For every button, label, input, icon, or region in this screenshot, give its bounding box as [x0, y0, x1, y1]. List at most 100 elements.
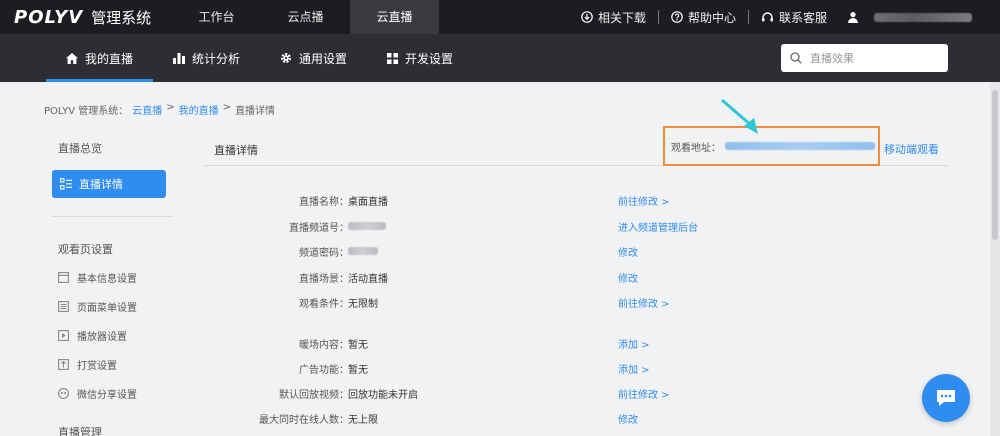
row-label: 频道密码： — [299, 248, 349, 259]
row-action-link[interactable]: 前往修改 > — [618, 386, 670, 401]
sidebar-group-title: 直播管理 — [58, 426, 102, 436]
sidebar-item-label: 微信分享设置 — [77, 390, 137, 401]
help-icon — [671, 11, 683, 23]
user-account[interactable] — [847, 11, 972, 23]
tab-dev-settings[interactable]: 开发设置 — [367, 34, 473, 82]
search-box[interactable] — [781, 44, 948, 72]
watch-address-link[interactable] — [725, 142, 875, 150]
row-label: 默认回放视频： — [279, 390, 349, 401]
row-label: 暖场内容： — [299, 340, 349, 351]
tab-my-live[interactable]: 我的直播 — [46, 34, 154, 82]
tab-general-settings[interactable]: 通用设置 — [260, 34, 367, 82]
sidebar: 直播总览 直播详情 观看页设置 基本信息设置 页面菜单设置 播放器设置 打赏设置… — [44, 140, 174, 436]
row-label: 直播名称： — [299, 197, 349, 208]
list-detail-icon — [60, 178, 72, 190]
window-icon — [58, 272, 69, 283]
logo[interactable]: POLYV 管理系统 — [14, 4, 151, 30]
watch-address-box: 观看地址： — [663, 126, 880, 166]
row-value: 暂无 — [348, 340, 368, 351]
row-action-link[interactable]: 修改 — [618, 270, 638, 285]
row-label: 直播场景： — [299, 274, 349, 285]
help-link[interactable]: 帮助中心 — [671, 9, 736, 26]
row-value: 桌面直播 — [348, 197, 388, 208]
row-action-link[interactable]: 添加 > — [618, 361, 650, 376]
headset-icon — [761, 12, 773, 22]
top-nav-workbench[interactable]: 工作台 — [172, 0, 261, 34]
divider — [657, 10, 659, 24]
username-masked — [874, 12, 972, 22]
detail-row: 直播名称： 桌面直播 前往修改 > — [204, 193, 949, 209]
breadcrumb: POLYV 管理系统： 云直播 > 我的直播 > 直播详情 — [44, 102, 275, 117]
top-nav-live[interactable]: 云直播 — [350, 0, 439, 34]
user-icon — [848, 12, 858, 23]
divider — [747, 10, 749, 24]
row-action-link[interactable]: 进入频道管理后台 — [618, 219, 698, 234]
sidebar-list: 基本信息设置 页面菜单设置 播放器设置 打赏设置 微信分享设置 — [44, 263, 174, 408]
row-value-masked — [348, 219, 386, 233]
tab-statistics[interactable]: 统计分析 — [153, 34, 260, 82]
gift-icon — [58, 359, 69, 370]
sidebar-item-label: 播放器设置 — [77, 332, 127, 343]
detail-row: 观看条件： 无限制 前往修改 > — [204, 295, 949, 311]
sub-nav-bar: 我的直播 统计分析 通用设置 开发设置 — [0, 34, 1000, 82]
sidebar-item-label: 页面菜单设置 — [77, 303, 137, 314]
mobile-watch-link[interactable]: 移动端观看 — [884, 141, 939, 157]
play-icon — [58, 330, 69, 341]
detail-row: 直播频道号： 进入频道管理后台 — [204, 219, 949, 235]
row-value: 无限制 — [348, 299, 378, 310]
detail-row: 暖场内容： 暂无 添加 > — [204, 336, 949, 352]
top-nav-vod[interactable]: 云点播 — [261, 0, 350, 34]
row-action-link[interactable]: 前往修改 > — [618, 193, 670, 208]
scrollbar-thumb[interactable] — [992, 90, 998, 240]
watch-address-label: 观看地址： — [671, 142, 721, 154]
download-label: 相关下载 — [597, 10, 646, 25]
row-value: 无上限 — [348, 415, 378, 426]
breadcrumb-separator: > — [222, 102, 232, 113]
row-value: 活动直播 — [348, 274, 388, 285]
sidebar-item-basic-info[interactable]: 基本信息设置 — [44, 263, 174, 292]
service-link[interactable]: 联系客服 — [761, 9, 827, 26]
share-icon — [58, 388, 69, 399]
row-action-link[interactable]: 添加 > — [618, 336, 650, 351]
annotation-arrow-icon — [721, 98, 758, 134]
sidebar-item-label: 打赏设置 — [77, 361, 117, 372]
sidebar-item-wechat-share[interactable]: 微信分享设置 — [44, 379, 174, 408]
page-title: 直播详情 — [214, 144, 258, 157]
top-bar: POLYV 管理系统 工作台 云点播 云直播 相关下载 帮助中心 联系客服 — [0, 0, 1000, 34]
list-icon — [58, 301, 69, 312]
sidebar-overview[interactable]: 直播总览 — [44, 140, 174, 156]
breadcrumb-current: 直播详情 — [235, 106, 276, 117]
chat-icon — [937, 390, 955, 406]
top-right-menu: 相关下载 帮助中心 联系客服 — [581, 0, 972, 34]
tab-label: 我的直播 — [85, 51, 134, 66]
sidebar-item-label: 直播详情 — [79, 178, 123, 191]
row-action-link[interactable]: 前往修改 > — [618, 295, 670, 310]
system-name: 管理系统 — [91, 8, 152, 27]
breadcrumb-my-live[interactable]: 我的直播 — [179, 102, 219, 117]
sidebar-item-live-detail[interactable]: 直播详情 — [52, 170, 166, 198]
detail-row: 最大同时在线人数： 无上限 修改 — [204, 411, 949, 427]
page-scrollbar[interactable] — [990, 82, 1000, 436]
grid-icon — [387, 52, 399, 64]
breadcrumb-separator: > — [166, 102, 175, 113]
home-icon — [66, 52, 78, 64]
row-value: 回放功能未开启 — [348, 390, 418, 401]
sidebar-item-label: 基本信息设置 — [77, 274, 137, 285]
breadcrumb-live[interactable]: 云直播 — [132, 102, 162, 117]
search-icon — [790, 52, 802, 64]
search-input[interactable] — [810, 51, 940, 65]
service-label: 联系客服 — [778, 10, 827, 25]
sidebar-item-player[interactable]: 播放器设置 — [44, 321, 174, 350]
detail-row: 频道密码： 修改 — [204, 244, 949, 260]
detail-row: 默认回放视频： 回放功能未开启 前往修改 > — [204, 386, 949, 402]
chat-button[interactable] — [922, 374, 970, 422]
brand-name: POLYV — [14, 6, 84, 28]
row-action-link[interactable]: 修改 — [618, 244, 638, 259]
row-value-masked — [348, 244, 378, 258]
download-link[interactable]: 相关下载 — [581, 9, 646, 26]
row-label: 最大同时在线人数： — [259, 415, 349, 426]
sidebar-item-reward[interactable]: 打赏设置 — [44, 350, 174, 379]
row-action-link[interactable]: 修改 — [618, 411, 638, 426]
sidebar-item-page-menu[interactable]: 页面菜单设置 — [44, 292, 174, 321]
main-header: 直播详情 观看地址： 移动端观看 — [204, 126, 949, 166]
